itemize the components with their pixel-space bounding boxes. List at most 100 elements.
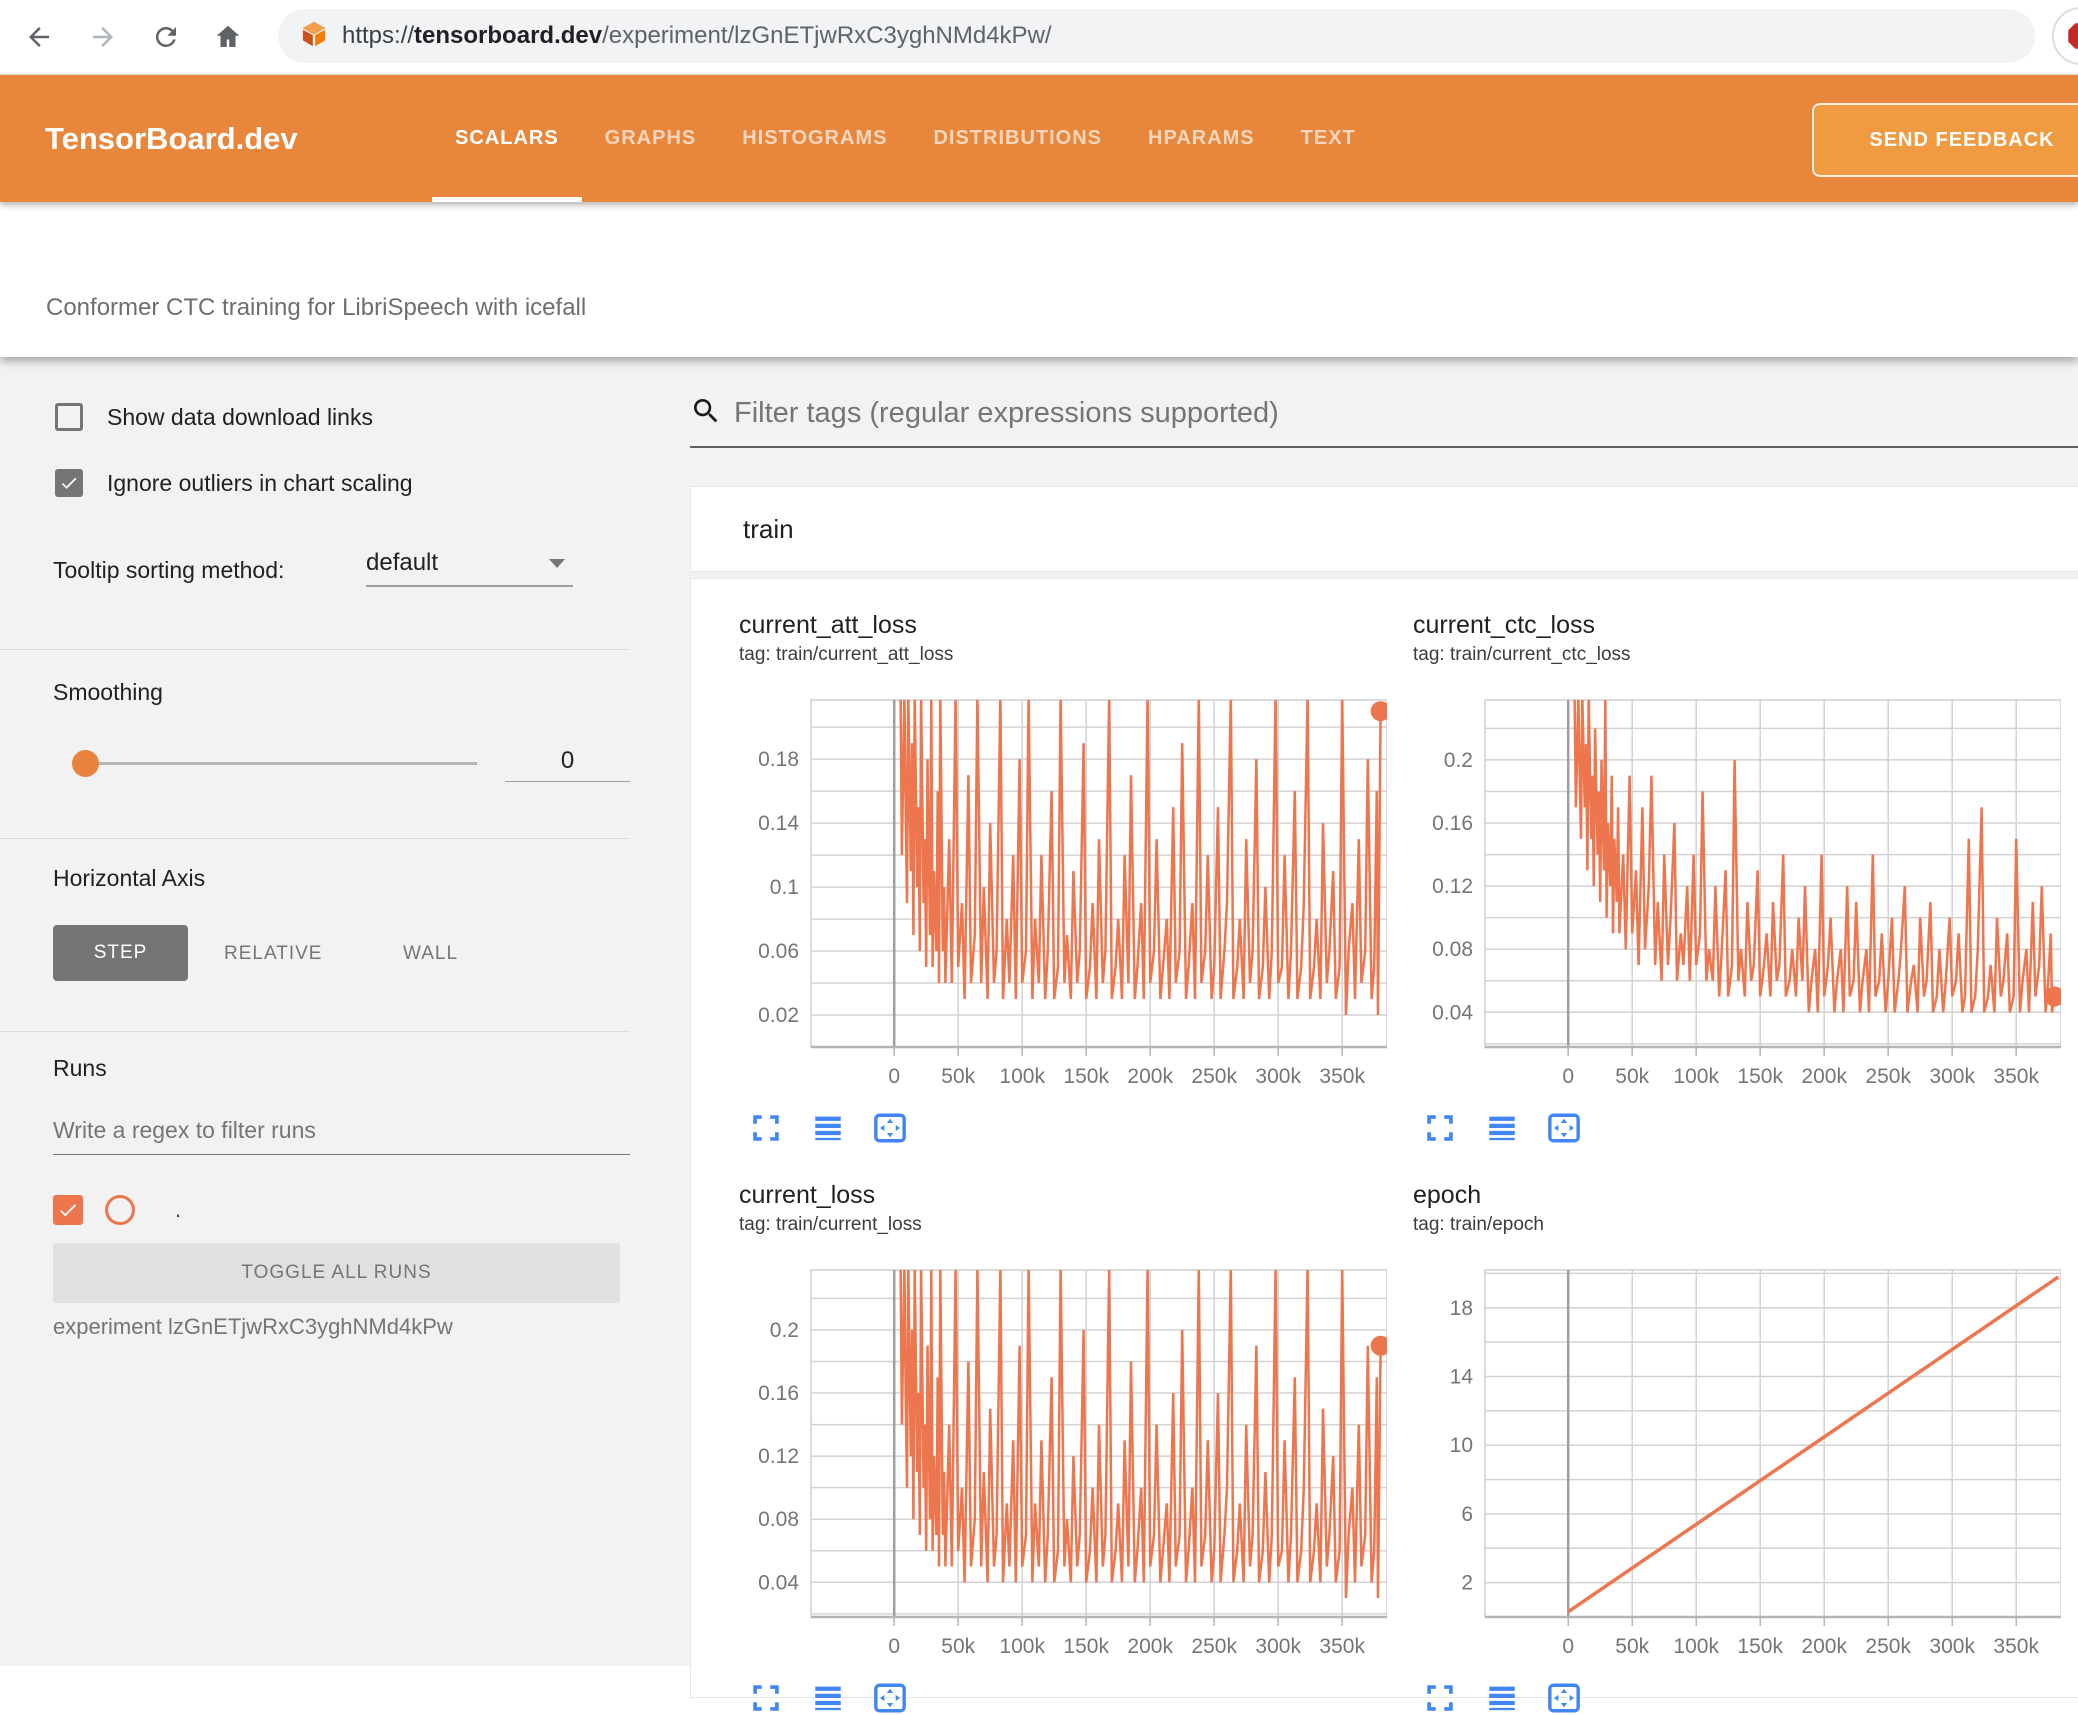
svg-text:0.14: 0.14: [758, 812, 799, 835]
smoothing-label: Smoothing: [53, 679, 163, 705]
svg-text:250k: 250k: [1191, 1635, 1237, 1658]
svg-text:0.2: 0.2: [1444, 749, 1473, 772]
svg-text:100k: 100k: [1673, 1065, 1719, 1088]
send-feedback-button[interactable]: SEND FEEDBACK: [1812, 103, 2078, 177]
svg-text:50k: 50k: [941, 1635, 975, 1658]
toggle-all-runs-button[interactable]: TOGGLE ALL RUNS: [53, 1243, 620, 1303]
svg-text:150k: 150k: [1063, 1635, 1109, 1658]
chart-title: epoch: [1413, 1181, 1482, 1209]
svg-text:250k: 250k: [1865, 1635, 1911, 1658]
chart-title: current_ctc_loss: [1413, 611, 1596, 639]
svg-text:200k: 200k: [1801, 1635, 1847, 1658]
data-table-icon[interactable]: [809, 1111, 847, 1145]
svg-text:300k: 300k: [1255, 1635, 1301, 1658]
reload-icon[interactable]: [141, 12, 191, 62]
data-table-icon[interactable]: [1483, 1681, 1521, 1715]
fit-domain-icon[interactable]: [1545, 1681, 1583, 1715]
settings-sidebar: Show data download links Ignore outliers…: [0, 357, 660, 1666]
svg-text:10: 10: [1450, 1434, 1473, 1457]
tensorboard-header: TensorBoard.dev SCALARS GRAPHS HISTOGRAM…: [0, 75, 2078, 202]
divider: [0, 1031, 630, 1032]
tab-histograms[interactable]: HISTOGRAMS: [719, 75, 910, 202]
horizontal-axis-label: Horizontal Axis: [53, 865, 206, 891]
search-icon: [690, 395, 722, 432]
svg-text:0.18: 0.18: [758, 748, 799, 771]
tab-distributions[interactable]: DISTRIBUTIONS: [910, 75, 1125, 202]
runs-regex-input[interactable]: [53, 1117, 630, 1155]
svg-text:0: 0: [1562, 1065, 1574, 1088]
svg-text:250k: 250k: [1191, 1065, 1237, 1088]
svg-text:350k: 350k: [1993, 1065, 2039, 1088]
fullscreen-icon[interactable]: [747, 1681, 785, 1715]
train-section-header[interactable]: train: [690, 486, 2078, 572]
axis-step-button[interactable]: STEP: [53, 925, 188, 981]
data-table-icon[interactable]: [1483, 1111, 1521, 1145]
svg-text:0.04: 0.04: [1432, 1001, 1473, 1024]
url-bar[interactable]: https://tensorboard.dev/experiment/lzGnE…: [278, 9, 2035, 63]
run-checkbox-checked-icon[interactable]: [53, 1195, 83, 1225]
svg-text:14: 14: [1450, 1366, 1474, 1389]
home-icon[interactable]: [203, 12, 253, 62]
svg-text:0.04: 0.04: [758, 1571, 799, 1594]
svg-text:50k: 50k: [941, 1065, 975, 1088]
chart-tag: tag: train/epoch: [1413, 1214, 1544, 1235]
svg-text:6: 6: [1461, 1503, 1473, 1526]
tab-graphs[interactable]: GRAPHS: [582, 75, 720, 202]
experiment-title: Conformer CTC training for LibriSpeech w…: [46, 294, 587, 321]
svg-text:0.12: 0.12: [758, 1445, 799, 1468]
tab-hparams[interactable]: HPARAMS: [1125, 75, 1278, 202]
chart-current-loss: current_loss tag: train/current_loss 0.0…: [739, 1181, 1399, 1715]
data-table-icon[interactable]: [809, 1681, 847, 1715]
run-name: .: [175, 1197, 182, 1222]
fullscreen-icon[interactable]: [747, 1111, 785, 1145]
svg-text:350k: 350k: [1319, 1065, 1365, 1088]
runs-label: Runs: [53, 1055, 107, 1081]
fullscreen-icon[interactable]: [1421, 1681, 1459, 1715]
fullscreen-icon[interactable]: [1421, 1111, 1459, 1145]
chart-plot[interactable]: 0.02 0.06 0.1 0.14 0.18 0 50k 100k 150k 200k 250k 3…: [739, 690, 1399, 1095]
axis-relative-button[interactable]: RELATIVE: [224, 943, 322, 965]
fit-domain-icon[interactable]: [871, 1111, 909, 1145]
back-icon[interactable]: [14, 12, 64, 62]
divider: [0, 649, 630, 650]
smoothing-slider-track[interactable]: [86, 762, 477, 765]
svg-text:0: 0: [888, 1065, 900, 1088]
chart-toolbar: [747, 1681, 1399, 1715]
chart-plot[interactable]: 2 6 10 14 18 0 50k 100k 150k 200k 250k 300k 350k: [1413, 1260, 2073, 1665]
tab-scalars[interactable]: SCALARS: [432, 75, 582, 202]
profile-avatar[interactable]: [2052, 7, 2078, 65]
svg-text:2: 2: [1461, 1572, 1473, 1595]
filter-tags-input[interactable]: [734, 397, 2034, 430]
svg-text:100k: 100k: [999, 1065, 1045, 1088]
svg-text:50k: 50k: [1615, 1635, 1649, 1658]
fit-domain-icon[interactable]: [871, 1681, 909, 1715]
smoothing-value[interactable]: 0: [505, 747, 630, 782]
experiment-title-band: Conformer CTC training for LibriSpeech w…: [0, 202, 2078, 357]
chart-plot[interactable]: 0.04 0.08 0.12 0.16 0.2 0 50k 100k 150k 200k 250k 3…: [1413, 690, 2073, 1095]
checkbox-checked-icon[interactable]: [55, 469, 83, 497]
forward-icon[interactable]: [78, 12, 128, 62]
divider: [0, 838, 630, 839]
smoothing-slider-handle[interactable]: [72, 750, 99, 777]
axis-wall-button[interactable]: WALL: [403, 943, 458, 965]
svg-text:0: 0: [1562, 1635, 1574, 1658]
tooltip-sorting-select[interactable]: default: [366, 549, 573, 587]
show-download-links-checkbox-row[interactable]: Show data download links: [55, 403, 373, 431]
chart-title: current_att_loss: [739, 611, 917, 639]
svg-text:300k: 300k: [1255, 1065, 1301, 1088]
run-row[interactable]: .: [53, 1195, 181, 1225]
svg-text:350k: 350k: [1319, 1635, 1365, 1658]
chart-plot[interactable]: 0.04 0.08 0.12 0.16 0.2 0 50k 100k 150k 200k 250k 3…: [739, 1260, 1399, 1665]
chart-toolbar: [1421, 1111, 2073, 1145]
chart-tag: tag: train/current_ctc_loss: [1413, 644, 1631, 665]
svg-text:300k: 300k: [1929, 1065, 1975, 1088]
fit-domain-icon[interactable]: [1545, 1111, 1583, 1145]
tooltip-sorting-label: Tooltip sorting method:: [53, 557, 285, 583]
content-area: Show data download links Ignore outliers…: [0, 357, 2078, 1713]
svg-text:350k: 350k: [1993, 1635, 2039, 1658]
tab-text[interactable]: TEXT: [1278, 75, 1379, 202]
svg-text:300k: 300k: [1929, 1635, 1975, 1658]
ignore-outliers-label: Ignore outliers in chart scaling: [107, 469, 413, 496]
checkbox-unchecked-icon[interactable]: [55, 403, 83, 431]
ignore-outliers-checkbox-row[interactable]: Ignore outliers in chart scaling: [55, 469, 413, 497]
